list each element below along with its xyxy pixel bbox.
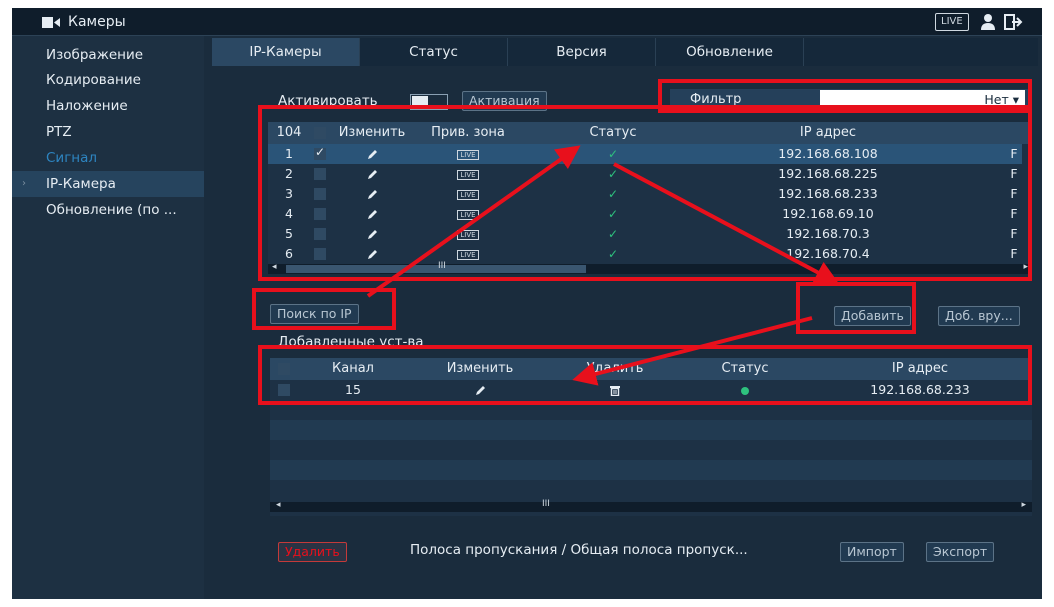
scroll-left-icon[interactable]: ◂ bbox=[276, 500, 281, 510]
export-button[interactable]: Экспорт bbox=[926, 542, 995, 562]
tab-update[interactable]: Обновление bbox=[656, 38, 804, 66]
tab-ip-cameras[interactable]: IP-Камеры bbox=[212, 38, 360, 66]
search-highlight-box bbox=[252, 288, 396, 330]
scroll-grip: III bbox=[542, 499, 550, 509]
tab-bar: IP-Камеры Статус Версия Обновление bbox=[212, 38, 1038, 66]
window-title: Камеры bbox=[68, 14, 126, 30]
sidebar-item-encoding[interactable]: Кодирование bbox=[12, 67, 204, 93]
tab-status[interactable]: Статус bbox=[360, 38, 508, 66]
sidebar-item-ip-camera[interactable]: › IP-Камера bbox=[12, 171, 204, 197]
scroll-right-icon[interactable]: ▸ bbox=[1021, 500, 1026, 510]
sidebar-item-update[interactable]: Обновление (по ... bbox=[12, 197, 204, 223]
live-view-button[interactable]: LIVE bbox=[935, 13, 969, 31]
top-bar: Камеры LIVE bbox=[12, 8, 1042, 36]
tab-version[interactable]: Версия bbox=[508, 38, 656, 66]
logout-icon[interactable] bbox=[1004, 13, 1024, 31]
add-highlight-box bbox=[796, 282, 916, 334]
added-table-scrollbar[interactable]: ◂ III ▸ bbox=[270, 499, 1032, 512]
device-list-highlight-box bbox=[258, 105, 1032, 281]
empty-row bbox=[270, 460, 1032, 480]
sidebar-item-ptz[interactable]: PTZ bbox=[12, 119, 204, 145]
added-highlight-box bbox=[258, 345, 1032, 405]
camera-icon bbox=[42, 17, 60, 28]
bandwidth-label: Полоса пропускания / Общая полоса пропус… bbox=[410, 542, 748, 558]
import-button[interactable]: Импорт bbox=[840, 542, 904, 562]
sidebar-item-overlay[interactable]: Наложение bbox=[12, 93, 204, 119]
delete-button[interactable]: Удалить bbox=[278, 542, 347, 562]
empty-row bbox=[270, 420, 1032, 440]
user-icon[interactable] bbox=[980, 13, 996, 31]
sidebar-item-image[interactable]: Изображение bbox=[12, 42, 204, 68]
sidebar: Изображение Кодирование Наложение PTZ Си… bbox=[12, 36, 204, 599]
sidebar-item-signal[interactable]: Сигнал bbox=[12, 145, 204, 171]
chevron-right-icon: › bbox=[22, 178, 26, 189]
add-manual-button[interactable]: Доб. вру... bbox=[938, 306, 1020, 326]
